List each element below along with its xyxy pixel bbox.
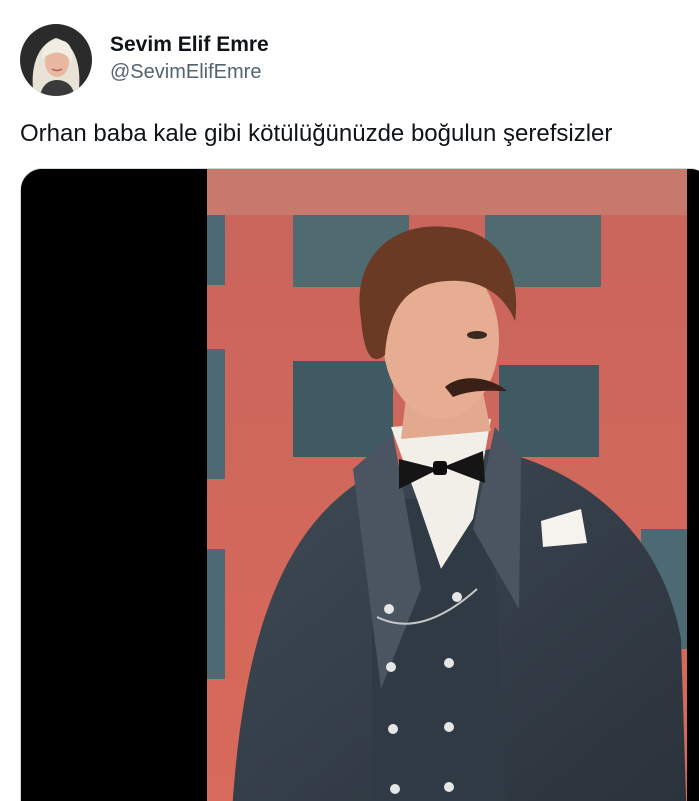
author-avatar[interactable] — [20, 24, 92, 96]
tweet-media-photo[interactable] — [20, 168, 699, 801]
author-names: Sevim Elif Emre @SevimElifEmre — [110, 31, 269, 85]
tweet-card: Sevim Elif Emre @SevimElifEmre Orhan bab… — [0, 0, 699, 801]
tweet-text: Orhan baba kale gibi kötülüğünüzde boğul… — [20, 120, 613, 147]
author-display-name[interactable]: Sevim Elif Emre — [110, 31, 269, 59]
photo-image — [21, 169, 699, 801]
avatar-image — [20, 24, 92, 96]
tweet-header: Sevim Elif Emre @SevimElifEmre — [20, 24, 269, 96]
author-handle[interactable]: @SevimElifEmre — [110, 59, 269, 85]
